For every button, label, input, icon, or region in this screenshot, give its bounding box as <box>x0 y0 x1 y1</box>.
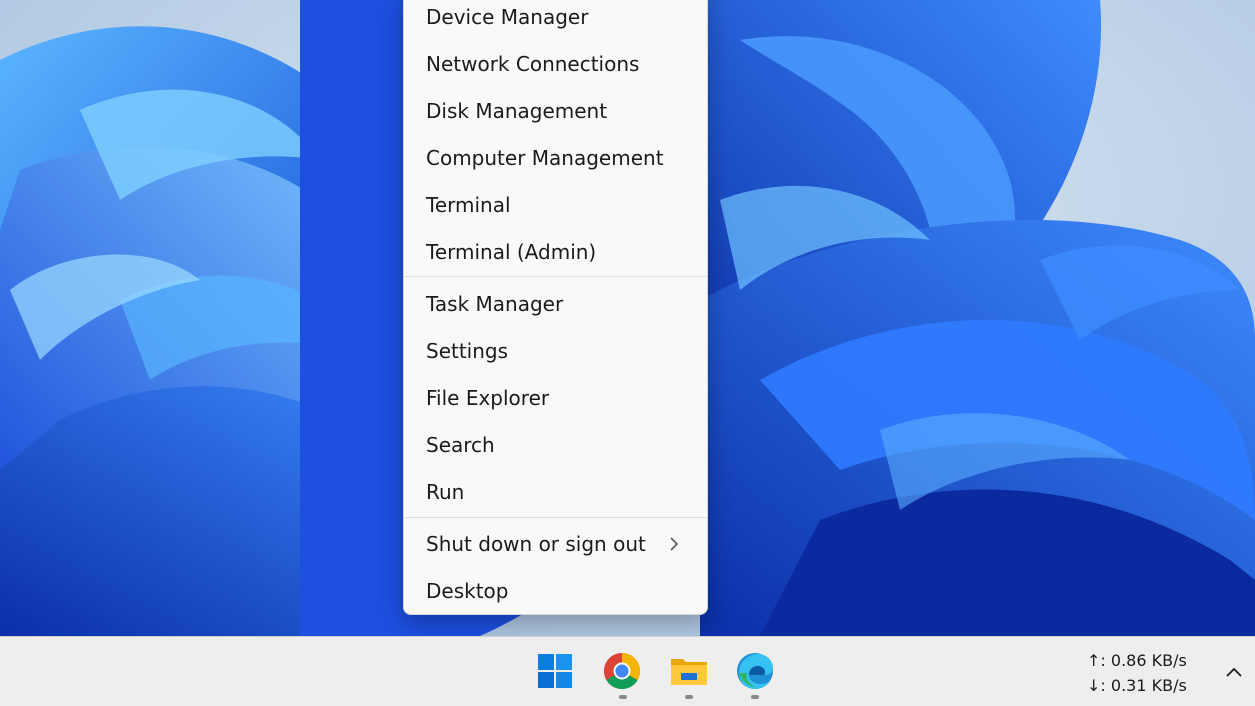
running-indicator <box>619 695 627 699</box>
menu-item-label: Network Connections <box>426 52 640 76</box>
chevron-up-icon[interactable] <box>1223 661 1245 683</box>
chevron-right-icon <box>669 523 683 565</box>
taskbar: ↑: 0.86 KB/s ↓: 0.31 KB/s <box>0 636 1255 706</box>
edge-icon[interactable] <box>735 651 775 691</box>
menu-item-file-explorer[interactable]: File Explorer <box>404 377 707 419</box>
running-indicator <box>685 695 693 699</box>
winx-context-menu: Device Manager Network Connections Disk … <box>403 0 708 615</box>
running-indicator <box>751 695 759 699</box>
menu-item-run[interactable]: Run <box>404 471 707 513</box>
chrome-icon[interactable] <box>602 651 642 691</box>
menu-item-label: File Explorer <box>426 386 550 410</box>
menu-item-label: Disk Management <box>426 99 608 123</box>
menu-item-shut-down-or-sign-out[interactable]: Shut down or sign out <box>404 523 707 565</box>
menu-item-label: Device Manager <box>426 5 589 29</box>
menu-separator <box>404 276 707 277</box>
menu-item-task-manager[interactable]: Task Manager <box>404 283 707 325</box>
menu-item-desktop[interactable]: Desktop <box>404 570 707 612</box>
network-download-speed: ↓: 0.31 KB/s <box>1087 676 1187 695</box>
menu-separator <box>404 517 707 518</box>
menu-item-disk-management[interactable]: Disk Management <box>404 90 707 132</box>
menu-item-label: Shut down or sign out <box>426 532 646 556</box>
menu-item-label: Terminal <box>426 193 511 217</box>
menu-item-search[interactable]: Search <box>404 424 707 466</box>
menu-item-label: Terminal (Admin) <box>426 240 597 264</box>
windows-start-icon[interactable] <box>535 651 575 691</box>
menu-item-label: Search <box>426 433 495 457</box>
menu-item-label: Run <box>426 480 465 504</box>
menu-item-terminal[interactable]: Terminal <box>404 184 707 226</box>
menu-item-terminal-admin[interactable]: Terminal (Admin) <box>404 231 707 273</box>
menu-item-computer-management[interactable]: Computer Management <box>404 137 707 179</box>
network-upload-speed: ↑: 0.86 KB/s <box>1087 651 1187 670</box>
menu-item-label: Computer Management <box>426 146 664 170</box>
menu-item-network-connections[interactable]: Network Connections <box>404 43 707 85</box>
menu-item-label: Settings <box>426 339 509 363</box>
menu-item-settings[interactable]: Settings <box>404 330 707 372</box>
menu-item-label: Desktop <box>426 579 509 603</box>
menu-item-device-manager[interactable]: Device Manager <box>404 0 707 38</box>
menu-item-label: Task Manager <box>426 292 564 316</box>
file-explorer-icon[interactable] <box>669 651 709 691</box>
